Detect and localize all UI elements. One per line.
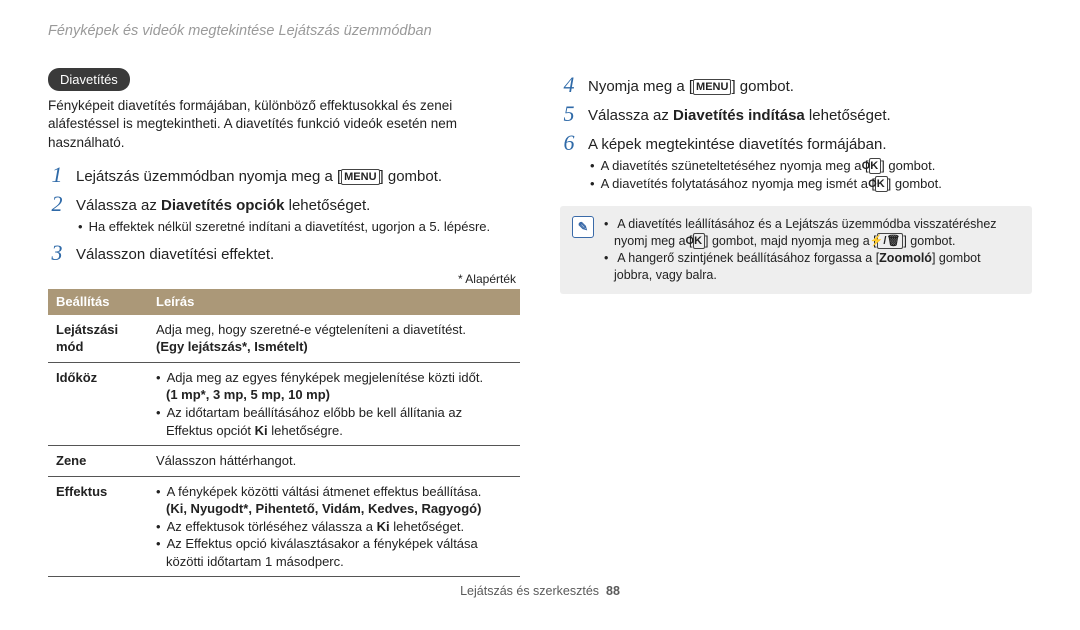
table-row: Időköz Adja meg az egyes fényképek megje… [48, 362, 520, 445]
step-5-text: Válassza az Diavetítés indítása lehetősé… [588, 103, 891, 126]
step-number: 6 [560, 132, 578, 154]
left-column: Diavetítés Fényképeit diavetítés formájá… [48, 68, 520, 578]
step-6-sub: A diavetítés szüneteltetéséhez nyomja me… [590, 157, 1032, 192]
step-number: 4 [560, 74, 578, 96]
step-1-text: Lejátszás üzemmódban nyomja meg a [MENU]… [76, 164, 442, 187]
step-3-text: Válasszon diavetítési effektet. [76, 242, 274, 265]
right-column: 4 Nyomja meg a [MENU] gombot. 5 Válassza… [560, 68, 1032, 578]
step-number: 5 [560, 103, 578, 125]
th-desc: Leírás [148, 289, 520, 315]
step-6-text: A képek megtekintése diavetítés formájáb… [588, 132, 887, 155]
menu-button-icon: MENU [693, 79, 731, 95]
note-box: ✎ A diavetítés leállításához és a Lejáts… [560, 206, 1032, 294]
ok-button-icon: OK [875, 176, 888, 192]
flash-trash-icon: ⚡/🗑 [877, 233, 904, 249]
menu-button-icon: MENU [341, 169, 379, 185]
step-2-sub: Ha effektek nélkül szeretné indítani a d… [78, 218, 520, 236]
table-row: Zene Válasszon háttérhangot. [48, 446, 520, 477]
table-row: Lejátszási mód Adja meg, hogy szeretné-e… [48, 315, 520, 363]
step-number: 1 [48, 164, 66, 186]
footer: Lejátszás és szerkesztés 88 [0, 583, 1080, 600]
th-setting: Beállítás [48, 289, 148, 315]
ok-button-icon: OK [693, 233, 706, 249]
step-number: 3 [48, 242, 66, 264]
intro-text: Fényképeit diavetítés formájában, különb… [48, 97, 520, 152]
step-4-text: Nyomja meg a [MENU] gombot. [588, 74, 794, 97]
section-header: Fényképek és videók megtekintése Lejátsz… [48, 22, 1032, 42]
topic-chip: Diavetítés [48, 68, 130, 92]
ok-button-icon: OK [869, 158, 882, 174]
step-number: 2 [48, 193, 66, 215]
table-row: Effektus A fényképek közötti váltási átm… [48, 476, 520, 577]
note-icon: ✎ [572, 216, 594, 238]
default-note: * Alapérték [48, 271, 516, 287]
options-table: Beállítás Leírás Lejátszási mód Adja meg… [48, 289, 520, 577]
step-2-text: Válassza az Diavetítés opciók lehetősége… [76, 193, 370, 216]
